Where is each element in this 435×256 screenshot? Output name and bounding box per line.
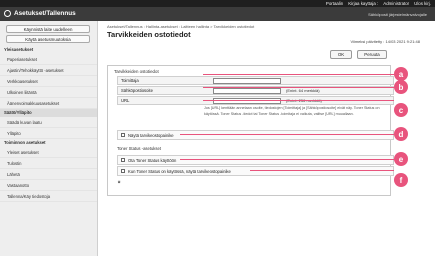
sidebar-section-maintenance[interactable]: Säätö/Ylläpito — [0, 109, 97, 117]
top-bar: Portaalin Kirjaa kayttaja : Administrato… — [0, 0, 435, 7]
toner-status-button-label: Kun Toner Status on käytössä, näytä tarv… — [128, 168, 231, 174]
sidebar-item-send[interactable]: Lähetä — [0, 169, 97, 180]
email-input[interactable] — [213, 88, 281, 94]
logout-link[interactable]: Ulos kirj. — [414, 1, 431, 6]
url-input[interactable] — [213, 98, 281, 104]
sidebar-nav: Yleisasetukset Paperiasetukset Ajastin/T… — [0, 46, 97, 202]
show-purchase-button-checkbox[interactable] — [121, 133, 125, 137]
main-content: Asetukset/Tallennus : Hallinta-asetukset… — [103, 24, 428, 256]
sidebar-item-image-quality[interactable]: Säädä kuvan laatu — [0, 117, 97, 128]
page-title: Tarvikkeiden ostotiedot — [107, 30, 191, 39]
supplier-row: Toimittaja — [117, 76, 394, 85]
callout-c-line — [203, 100, 394, 101]
sidebar-section-general: Yleisasetukset — [4, 47, 34, 52]
gear-icon — [4, 10, 11, 17]
sidebar-item-store-files[interactable]: Tallenna/Käy tiedostoja — [0, 191, 97, 202]
callout-f: f — [394, 173, 408, 187]
sidebar-item-paper[interactable]: Paperiasetukset — [0, 54, 97, 65]
sidebar-item-common[interactable]: Yleiset asetukset — [0, 147, 97, 158]
cancel-button[interactable]: Peruuta — [357, 50, 387, 59]
user-name: Administrator — [383, 1, 410, 6]
callout-e-line — [180, 159, 394, 160]
email-label: Sähköpostiosoite — [121, 88, 153, 93]
show-purchase-button-label: Näytä tarvikeostopainike — [128, 132, 174, 138]
sidebar-item-network[interactable]: Verkkoasetukset — [0, 76, 97, 87]
login-user-label: Kirjaa kayttaja : — [348, 1, 379, 6]
ok-button[interactable]: OK — [330, 50, 352, 59]
page-top-icon[interactable]: ⌅ — [117, 179, 121, 185]
callout-b: b — [394, 80, 408, 94]
callout-d: d — [394, 127, 408, 141]
restart-device-button[interactable]: Käynnistä laite uudelleen — [6, 25, 90, 33]
panel-title: Tarvikkeiden ostotiedot — [114, 69, 159, 74]
settings-panel: Tarvikkeiden ostotiedot Toimittaja Sähkö… — [107, 65, 394, 196]
top-links: Portaalin Kirjaa kayttaja : Administrato… — [326, 0, 431, 7]
sidebar-item-volume[interactable]: Äänenvoimakkuusasetukset — [0, 98, 97, 109]
callout-d-line — [180, 134, 394, 135]
show-purchase-button-row[interactable]: Näytä tarvikeostopainike — [117, 130, 394, 140]
callout-f-line — [250, 170, 394, 171]
sidebar-section-functions: Toiminnon asetukset — [4, 140, 46, 145]
portal-link[interactable]: Portaalin — [326, 1, 343, 6]
supplier-input[interactable] — [213, 78, 281, 84]
toner-status-row[interactable]: Ota Toner Status käyttöön — [117, 155, 394, 165]
sidebar-item-maintenance[interactable]: Ylläpito — [0, 128, 97, 139]
toner-status-button-checkbox[interactable] — [121, 169, 125, 173]
sidebar-item-receive[interactable]: Vastaanotto — [0, 180, 97, 191]
app-brand: Asetukset/Tallennus — [4, 10, 76, 17]
callout-a-line — [203, 74, 394, 75]
callout-e: e — [394, 152, 408, 166]
sidebar-item-printer[interactable]: Tulostin — [0, 158, 97, 169]
email-limit-hint: (Enint. 64 merkkiä) — [286, 88, 320, 93]
app-title: Asetukset/Tallennus — [14, 10, 76, 17]
url-label: URL — [121, 98, 130, 103]
admin-email-link[interactable]: Sähköposti järjestelmänvalvojalle — [368, 12, 427, 17]
last-updated: Viimeksi päivitetty : 14/03 2021 9:21:48 — [350, 39, 420, 44]
breadcrumb[interactable]: Asetukset/Tallennus : Hallinta-asetukset… — [107, 24, 254, 29]
app-header: Asetukset/Tallennus Sähköposti järjestel… — [0, 7, 435, 21]
callout-b-line — [203, 87, 394, 88]
url-note: Jos [URL] kenttään annetaan osoite, tied… — [204, 106, 380, 116]
sidebar: Käynnistä laite uudelleen Käytä asetusmu… — [0, 21, 98, 256]
toner-status-title: Toner Status -asetukset — [117, 146, 161, 151]
callout-a: a — [394, 67, 408, 81]
toner-status-checkbox[interactable] — [121, 158, 125, 162]
apply-settings-button[interactable]: Käytä asetusmuutoksia — [6, 35, 90, 43]
sidebar-item-timer[interactable]: Ajastin/Tehokkäyttö -asetukset — [0, 65, 97, 76]
sidebar-item-external[interactable]: Ulkoinen liitäntä — [0, 87, 97, 98]
toner-status-label: Ota Toner Status käyttöön — [128, 157, 177, 163]
toner-status-button-row[interactable]: Kun Toner Status on käytössä, näytä tarv… — [117, 166, 394, 176]
callout-c: c — [394, 103, 408, 117]
supplier-label: Toimittaja — [121, 78, 139, 83]
